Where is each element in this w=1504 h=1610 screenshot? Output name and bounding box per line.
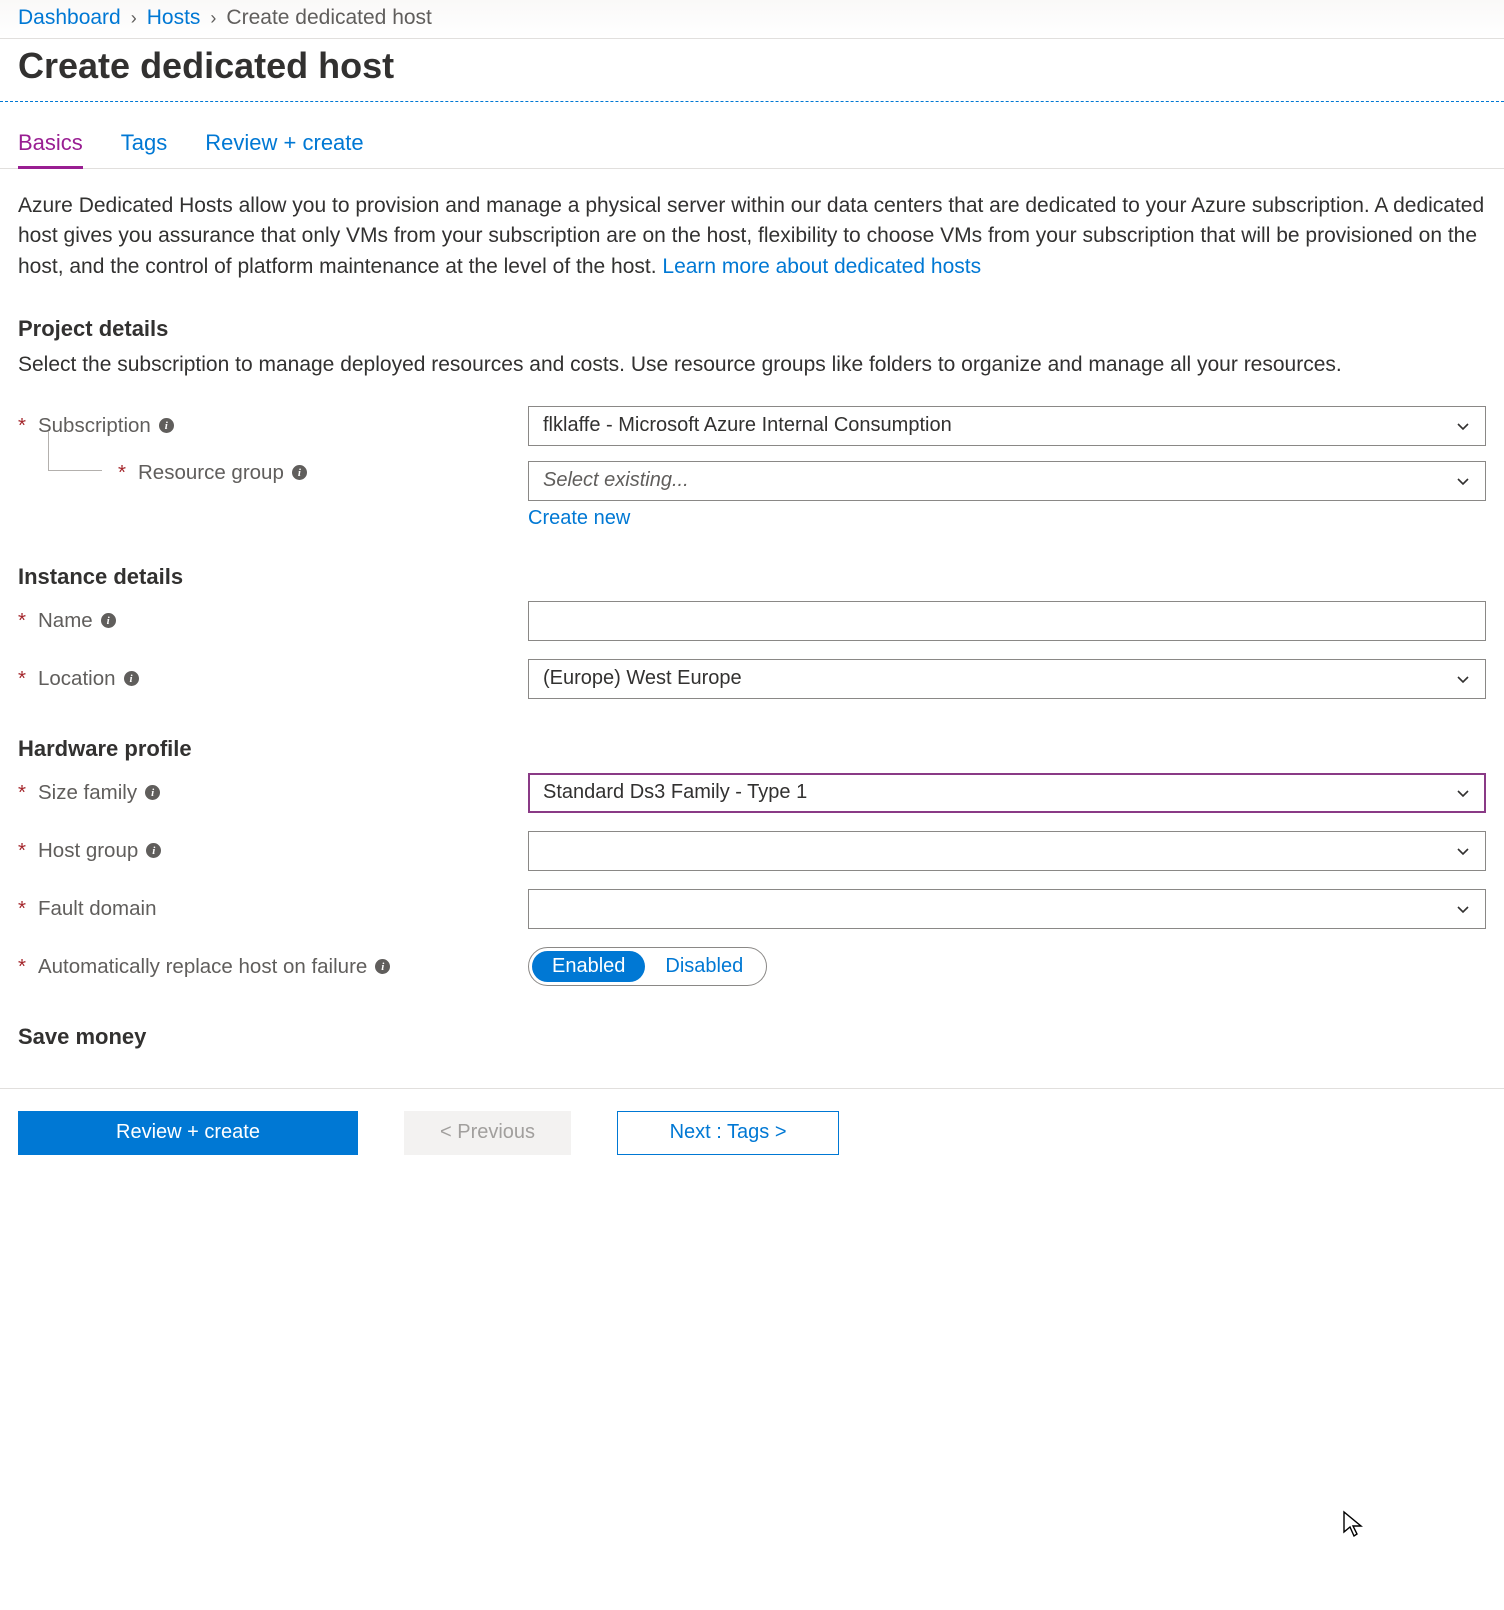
required-icon: * xyxy=(18,609,26,633)
size-family-dropdown[interactable]: Standard Ds3 Family - Type 1 xyxy=(528,773,1486,813)
label-name: * Name i xyxy=(18,609,528,633)
label-host-group: * Host group i xyxy=(18,839,528,863)
section-description-project: Select the subscription to manage deploy… xyxy=(18,350,1486,380)
info-icon[interactable]: i xyxy=(146,843,161,858)
breadcrumb-link-dashboard[interactable]: Dashboard xyxy=(18,6,121,30)
section-heading-project: Project details xyxy=(18,316,1486,342)
chevron-down-icon xyxy=(1455,843,1471,859)
section-heading-instance: Instance details xyxy=(18,564,1486,590)
cursor-icon xyxy=(1342,1510,1364,1538)
tab-review-create[interactable]: Review + create xyxy=(205,130,363,168)
auto-replace-toggle[interactable]: Enabled Disabled xyxy=(528,947,767,986)
resource-group-dropdown[interactable]: Select existing... xyxy=(528,461,1486,501)
info-icon[interactable]: i xyxy=(124,671,139,686)
tab-basics[interactable]: Basics xyxy=(18,130,83,169)
toggle-option-enabled[interactable]: Enabled xyxy=(532,951,645,982)
label-auto-replace: * Automatically replace host on failure … xyxy=(18,955,528,979)
label-resource-group: * Resource group i xyxy=(18,461,528,485)
info-icon[interactable]: i xyxy=(145,785,160,800)
breadcrumb: Dashboard › Hosts › Create dedicated hos… xyxy=(0,0,1504,39)
required-icon: * xyxy=(18,955,26,979)
chevron-down-icon xyxy=(1455,671,1471,687)
required-icon: * xyxy=(18,781,26,805)
chevron-down-icon xyxy=(1455,785,1471,801)
section-heading-hardware: Hardware profile xyxy=(18,736,1486,762)
label-size-family: * Size family i xyxy=(18,781,528,805)
section-heading-save-money: Save money xyxy=(18,1024,1486,1050)
next-tags-button[interactable]: Next : Tags > xyxy=(617,1111,839,1155)
review-create-button[interactable]: Review + create xyxy=(18,1111,358,1155)
required-icon: * xyxy=(18,414,26,438)
required-icon: * xyxy=(118,461,126,485)
required-icon: * xyxy=(18,667,26,691)
required-icon: * xyxy=(18,839,26,863)
chevron-down-icon xyxy=(1455,473,1471,489)
location-value: (Europe) West Europe xyxy=(543,667,742,690)
toggle-option-disabled[interactable]: Disabled xyxy=(645,951,763,982)
breadcrumb-link-hosts[interactable]: Hosts xyxy=(147,6,201,30)
host-group-dropdown[interactable] xyxy=(528,831,1486,871)
footer-actions: Review + create < Previous Next : Tags > xyxy=(0,1088,1504,1177)
chevron-right-icon: › xyxy=(131,8,137,29)
subscription-dropdown[interactable]: flklaffe - Microsoft Azure Internal Cons… xyxy=(528,406,1486,446)
info-icon[interactable]: i xyxy=(292,465,307,480)
name-input[interactable] xyxy=(528,601,1486,641)
tree-elbow-icon xyxy=(48,431,102,471)
page-title: Create dedicated host xyxy=(0,39,1504,102)
label-fault-domain: * Fault domain xyxy=(18,897,528,921)
info-icon[interactable]: i xyxy=(101,613,116,628)
chevron-right-icon: › xyxy=(210,8,216,29)
label-location: * Location i xyxy=(18,667,528,691)
fault-domain-dropdown[interactable] xyxy=(528,889,1486,929)
learn-more-link[interactable]: Learn more about dedicated hosts xyxy=(662,255,981,278)
create-new-link[interactable]: Create new xyxy=(528,507,1486,530)
previous-button: < Previous xyxy=(404,1111,571,1155)
tabs: Basics Tags Review + create xyxy=(0,102,1504,169)
info-icon[interactable]: i xyxy=(375,959,390,974)
location-dropdown[interactable]: (Europe) West Europe xyxy=(528,659,1486,699)
chevron-down-icon xyxy=(1455,901,1471,917)
size-family-value: Standard Ds3 Family - Type 1 xyxy=(543,781,807,804)
chevron-down-icon xyxy=(1455,418,1471,434)
required-icon: * xyxy=(18,897,26,921)
breadcrumb-current: Create dedicated host xyxy=(226,6,431,30)
subscription-value: flklaffe - Microsoft Azure Internal Cons… xyxy=(543,414,952,437)
tab-tags[interactable]: Tags xyxy=(121,130,167,168)
resource-group-placeholder: Select existing... xyxy=(543,469,689,492)
intro-paragraph: Azure Dedicated Hosts allow you to provi… xyxy=(18,191,1486,282)
info-icon[interactable]: i xyxy=(159,418,174,433)
